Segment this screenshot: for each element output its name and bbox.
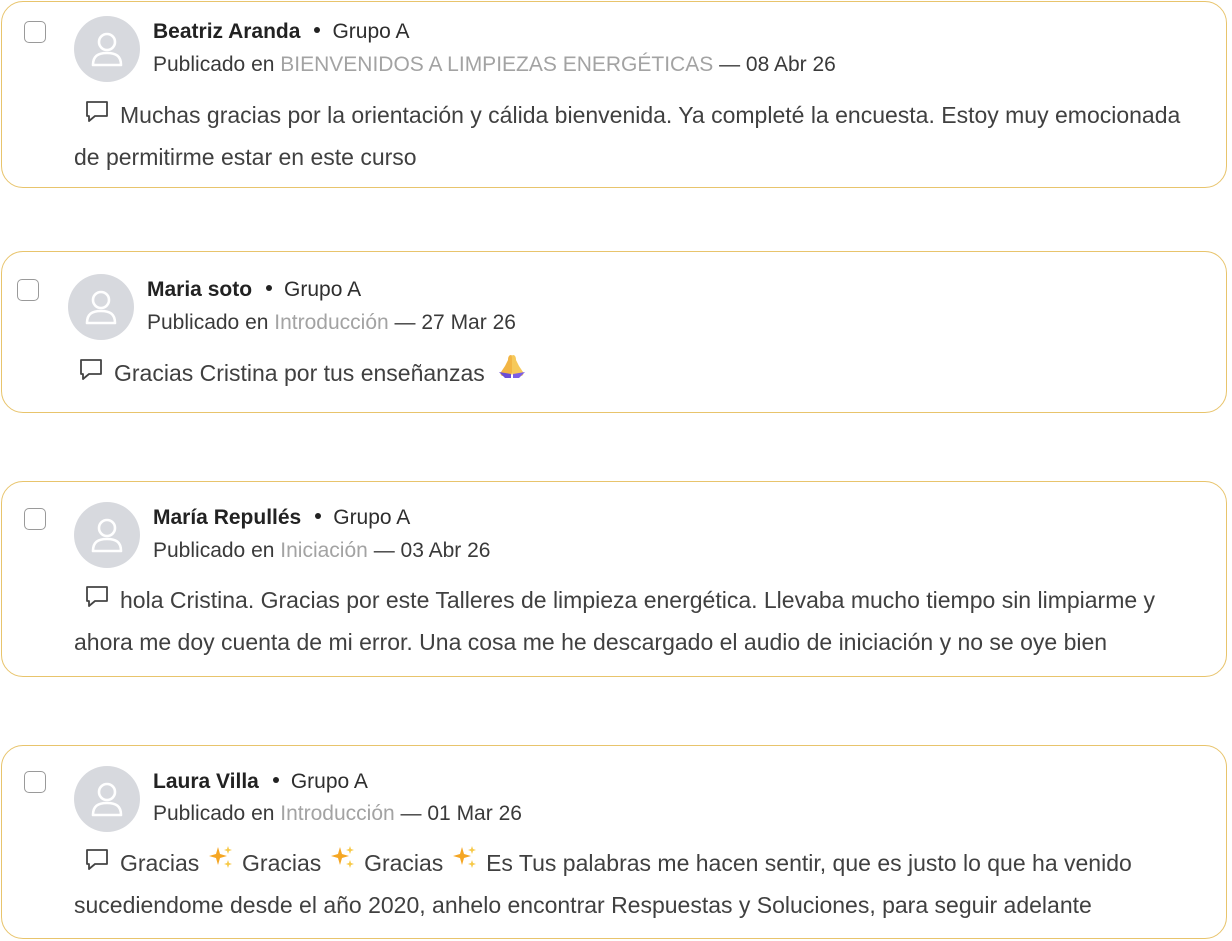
comment-icon <box>84 843 110 883</box>
comment-text-part: Gracias <box>242 850 322 876</box>
date-separator: — <box>400 802 422 825</box>
comment-icon <box>78 353 104 393</box>
user-icon <box>91 32 123 67</box>
lesson-link[interactable]: Introducción <box>280 802 394 825</box>
sparkles-icon <box>208 843 234 882</box>
separator-dot <box>272 777 279 784</box>
comment-icon <box>84 95 110 135</box>
published-meta: Publicado en BIENVENIDOS A LIMPIEZAS ENE… <box>153 52 836 78</box>
comment-body[interactable]: Gracias Cristina por tus enseñanzas <box>78 353 1198 395</box>
group-label: Grupo A <box>333 506 411 529</box>
author-name[interactable]: María Repullés <box>153 506 301 529</box>
group-label: Grupo A <box>284 278 362 301</box>
comment-body[interactable]: Muchas gracias por la orientación y cáli… <box>74 95 1204 177</box>
user-icon <box>85 290 117 325</box>
published-prefix: Publicado en <box>153 802 275 825</box>
sparkles-icon <box>452 843 478 882</box>
comment-icon <box>84 580 110 620</box>
comment-text: hola Cristina. Gracias por este Talleres… <box>74 587 1156 655</box>
date-separator: — <box>373 539 395 562</box>
post-date: 08 Abr 26 <box>745 53 836 76</box>
user-icon <box>91 518 123 553</box>
comment-text-part: Gracias <box>120 850 200 876</box>
group-label: Grupo A <box>290 770 368 793</box>
published-prefix: Publicado en <box>153 539 275 562</box>
published-prefix: Publicado en <box>153 53 275 76</box>
author-name[interactable]: Maria soto <box>147 278 252 301</box>
comment-text-part: Gracias <box>364 850 444 876</box>
lesson-link[interactable]: BIENVENIDOS A LIMPIEZAS ENERGÉTICAS <box>280 53 713 76</box>
sparkles-icon <box>330 843 356 882</box>
select-checkbox[interactable] <box>17 279 39 301</box>
date-separator: — <box>719 53 741 76</box>
separator-dot <box>314 27 321 34</box>
avatar <box>74 16 140 82</box>
comment-card[interactable]: María Repullés Grupo A Publicado en Inici… <box>1 481 1227 677</box>
published-prefix: Publicado en <box>147 311 269 334</box>
published-meta: Publicado en Iniciación — 03 Abr 26 <box>153 538 490 564</box>
avatar <box>74 502 140 568</box>
lesson-link[interactable]: Introducción <box>274 311 388 334</box>
comment-card[interactable]: Beatriz Aranda Grupo A Publicado en BIENV… <box>1 1 1227 188</box>
avatar <box>74 766 140 832</box>
avatar <box>68 274 134 340</box>
date-separator: — <box>394 311 416 334</box>
post-date: 27 Mar 26 <box>421 311 516 334</box>
comment-header: Beatriz Aranda Grupo A <box>153 19 410 45</box>
author-name[interactable]: Beatriz Aranda <box>153 20 300 43</box>
comment-body[interactable]: Gracias Gracias Gracias Es Tus palabras … <box>74 843 1206 925</box>
user-icon <box>91 782 123 817</box>
comment-text: Gracias Cristina por tus enseñanzas <box>114 360 485 386</box>
comment-header: Laura Villa Grupo A <box>153 769 368 795</box>
separator-dot <box>266 285 273 292</box>
select-checkbox[interactable] <box>24 21 46 43</box>
select-checkbox[interactable] <box>24 508 46 530</box>
author-name[interactable]: Laura Villa <box>153 770 259 793</box>
post-date: 03 Abr 26 <box>400 539 491 562</box>
post-date: 01 Mar 26 <box>427 802 522 825</box>
comment-card[interactable]: Maria soto Grupo A Publicado en Introducc… <box>1 251 1227 413</box>
comment-body[interactable]: hola Cristina. Gracias por este Talleres… <box>74 580 1206 662</box>
comment-text: Muchas gracias por la orientación y cáli… <box>74 102 1181 170</box>
group-label: Grupo A <box>332 20 410 43</box>
published-meta: Publicado en Introducción — 01 Mar 26 <box>153 801 522 827</box>
lesson-link[interactable]: Iniciación <box>280 539 368 562</box>
comment-card[interactable]: Laura Villa Grupo A Publicado en Introduc… <box>1 745 1227 939</box>
comment-header: Maria soto Grupo A <box>147 277 361 303</box>
select-checkbox[interactable] <box>24 771 46 793</box>
praying-hands-icon <box>497 353 527 392</box>
published-meta: Publicado en Introducción — 27 Mar 26 <box>147 310 516 336</box>
comment-header: María Repullés Grupo A <box>153 505 410 531</box>
separator-dot <box>315 513 322 520</box>
